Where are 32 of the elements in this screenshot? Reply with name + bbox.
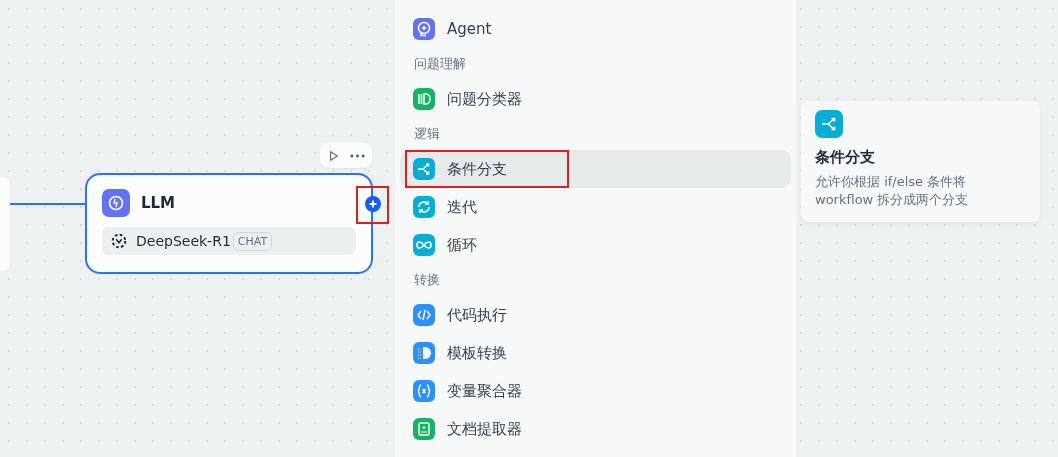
menu-item[interactable]: 变量聚合器 (400, 372, 791, 410)
run-icon[interactable] (327, 149, 340, 162)
item-label: 文档提取器 (447, 419, 522, 439)
menu-item[interactable]: 条件分支 (400, 150, 791, 188)
item-label: 变量聚合器 (447, 381, 522, 401)
section-heading: 转换 (413, 271, 441, 289)
section-heading: 逻辑 (413, 125, 441, 143)
model-name: DeepSeek-R1 (136, 233, 231, 249)
item-label: 循环 (447, 235, 477, 255)
menu-item[interactable]: 代码执行 (400, 296, 791, 334)
model-badge: CHAT (232, 231, 273, 251)
menu-item[interactable]: 循环 (400, 226, 791, 264)
model-selector[interactable]: DeepSeek-R1 CHAT (102, 227, 356, 255)
item-label: 迭代 (447, 197, 477, 217)
item-label: 条件分支 (447, 159, 507, 179)
menu-item[interactable]: 文档提取器 (400, 410, 791, 448)
item-label: Agent (447, 20, 492, 38)
node-title: LLM (141, 194, 176, 212)
menu-item[interactable]: Agent (400, 10, 791, 48)
tooltip-title: 条件分支 (815, 148, 876, 167)
tooltip-description: 允许你根据 if/else 条件将 workflow 拆分成两个分支 (815, 173, 970, 209)
menu-item[interactable]: 迭代 (400, 188, 791, 226)
menu-item[interactable]: 模板转换 (400, 334, 791, 372)
item-label: 问题分类器 (447, 89, 522, 109)
item-label: 代码执行 (447, 305, 507, 325)
item-label: 模板转换 (447, 343, 507, 363)
add-icon[interactable] (364, 195, 382, 213)
model-icon (110, 232, 128, 250)
menu-item[interactable]: 问题分类器 (400, 80, 791, 118)
more-icon[interactable] (349, 153, 365, 158)
llm-node[interactable]: LLM DeepSeek-R1 CHAT (85, 173, 373, 274)
section-heading: 问题理解 (413, 55, 467, 73)
